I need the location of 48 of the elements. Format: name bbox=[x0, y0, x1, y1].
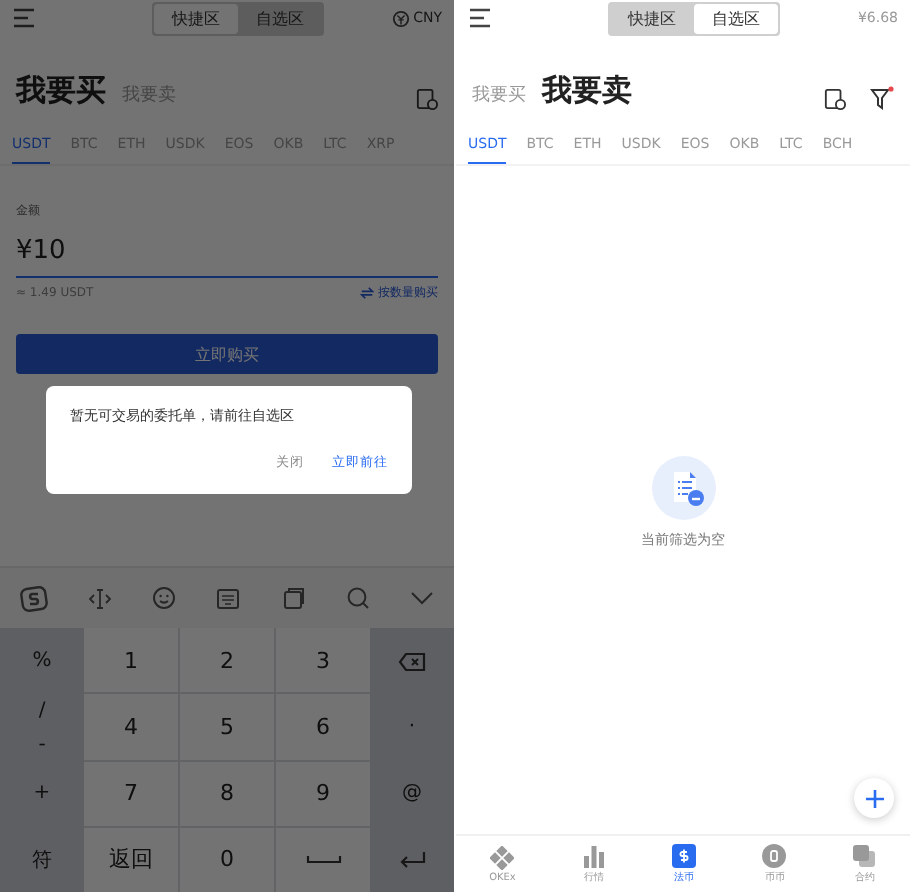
swap-icon[interactable] bbox=[360, 286, 374, 300]
number-key[interactable]: 8 bbox=[180, 761, 274, 826]
number-key[interactable]: 返回 bbox=[84, 827, 178, 892]
symbol-key[interactable]: + bbox=[0, 760, 84, 826]
amount-field[interactable]: ¥10 bbox=[16, 220, 438, 278]
symbol-key[interactable]: · bbox=[370, 694, 454, 760]
sell-title[interactable]: 我要卖 bbox=[542, 72, 632, 110]
symbol-key[interactable]: % bbox=[0, 628, 84, 694]
number-key[interactable]: 3 bbox=[276, 628, 370, 693]
keyboard-icon[interactable] bbox=[216, 587, 241, 609]
symbol-key[interactable]: @ bbox=[370, 760, 454, 826]
number-key[interactable]: 0 bbox=[180, 827, 274, 892]
number-key[interactable]: 2 bbox=[180, 628, 274, 693]
empty-document-icon bbox=[651, 455, 715, 519]
filter-icon[interactable] bbox=[870, 86, 894, 110]
add-button[interactable] bbox=[854, 778, 894, 818]
smiley-icon[interactable] bbox=[152, 586, 177, 610]
plus-icon bbox=[865, 789, 883, 807]
search-icon[interactable] bbox=[345, 586, 370, 610]
backspace-key[interactable] bbox=[370, 628, 454, 694]
segment-tab[interactable]: 快捷区 bbox=[154, 3, 238, 33]
chevron-down-icon[interactable] bbox=[409, 590, 434, 606]
buy-title[interactable]: 我要买 bbox=[16, 72, 106, 110]
number-key[interactable]: 4 bbox=[84, 694, 178, 759]
number-key[interactable]: 9 bbox=[276, 761, 370, 826]
cards-icon[interactable] bbox=[852, 844, 877, 868]
menu-icon[interactable] bbox=[468, 8, 492, 28]
backspace-icon bbox=[398, 651, 426, 671]
s-logo-icon[interactable] bbox=[20, 585, 49, 611]
dollar-icon[interactable] bbox=[672, 844, 697, 868]
space-bar-icon bbox=[305, 854, 341, 865]
number-key[interactable]: 1 bbox=[84, 628, 178, 693]
symbol-key[interactable]: / - bbox=[0, 694, 84, 760]
number-key[interactable]: 6 bbox=[276, 694, 370, 759]
diamond-icon[interactable] bbox=[490, 845, 515, 869]
cursor-icon[interactable] bbox=[88, 587, 113, 609]
orders-icon[interactable] bbox=[824, 87, 846, 109]
number-key[interactable]: 7 bbox=[84, 761, 178, 826]
segment-tab[interactable]: 自选区 bbox=[694, 3, 778, 33]
coin-icon[interactable] bbox=[762, 844, 787, 868]
currency-icon bbox=[391, 9, 410, 27]
clipboard-icon[interactable] bbox=[281, 586, 306, 610]
enter-icon bbox=[398, 850, 426, 868]
bar-chart-icon[interactable] bbox=[582, 844, 607, 868]
buy-title[interactable]: 我要买 bbox=[472, 82, 526, 108]
symbol-key[interactable]: 符 bbox=[0, 826, 84, 892]
buy-now-button[interactable]: 立即购买 bbox=[16, 334, 438, 374]
number-key[interactable]: 5 bbox=[180, 694, 274, 759]
